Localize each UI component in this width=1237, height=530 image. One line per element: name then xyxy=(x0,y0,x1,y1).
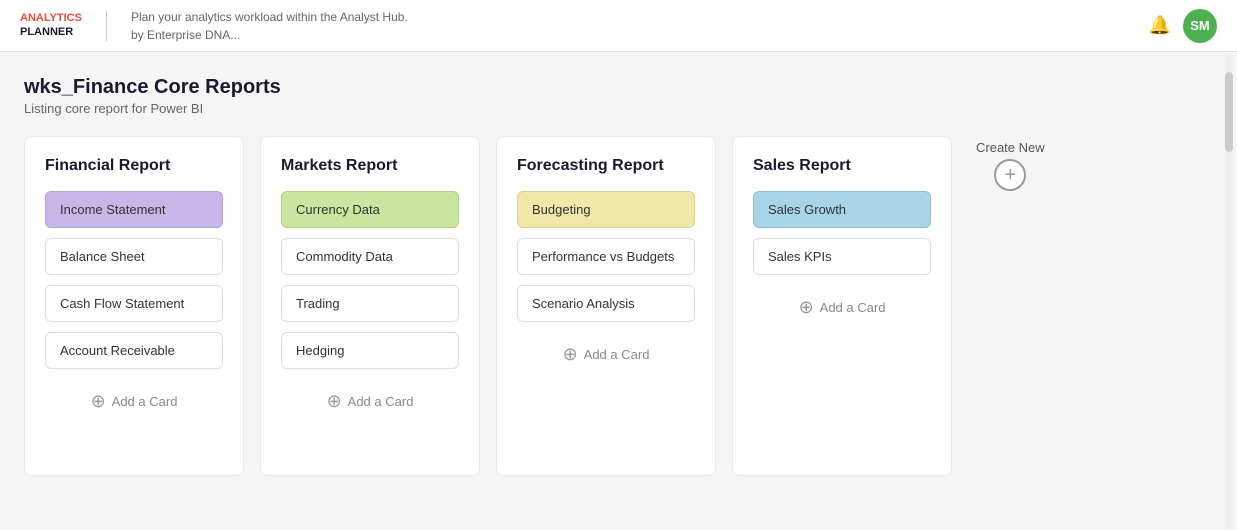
scrollbar-track[interactable] xyxy=(1225,52,1233,530)
avatar[interactable]: SM xyxy=(1183,9,1217,43)
list-item[interactable]: Trading xyxy=(281,285,459,322)
list-item[interactable]: Balance Sheet xyxy=(45,238,223,275)
add-card-label: Add a Card xyxy=(112,394,178,409)
sales-report-title: Sales Report xyxy=(753,157,931,175)
add-card-button[interactable]: ⊕ Add a Card xyxy=(517,336,695,373)
page-subtitle: Listing core report for Power BI xyxy=(24,101,1213,116)
list-item[interactable]: Currency Data xyxy=(281,191,459,228)
list-item[interactable]: Budgeting xyxy=(517,191,695,228)
page-content: wks_Finance Core Reports Listing core re… xyxy=(0,52,1237,530)
bell-icon[interactable]: 🔔 xyxy=(1149,15,1171,36)
header-left: ANALYTICSPLANNER Plan your analytics wor… xyxy=(20,8,408,44)
list-item[interactable]: Scenario Analysis xyxy=(517,285,695,322)
list-item[interactable]: Account Receivable xyxy=(45,332,223,369)
list-item[interactable]: Commodity Data xyxy=(281,238,459,275)
list-item[interactable]: Hedging xyxy=(281,332,459,369)
scrollbar-thumb[interactable] xyxy=(1225,72,1233,152)
financial-report-title: Financial Report xyxy=(45,157,223,175)
subtitle-line2: by Enterprise DNA... xyxy=(131,26,408,44)
forecasting-report-title: Forecasting Report xyxy=(517,157,695,175)
list-item[interactable]: Sales KPIs xyxy=(753,238,931,275)
add-card-label: Add a Card xyxy=(820,300,886,315)
create-new-button[interactable]: + xyxy=(994,159,1026,191)
list-item[interactable]: Performance vs Budgets xyxy=(517,238,695,275)
add-card-label: Add a Card xyxy=(584,347,650,362)
plus-circle-icon: ⊕ xyxy=(799,297,814,318)
markets-report-title: Markets Report xyxy=(281,157,459,175)
subtitle-line1: Plan your analytics workload within the … xyxy=(131,8,408,26)
cards-area: Financial Report Income Statement Balanc… xyxy=(24,136,1213,476)
add-card-button[interactable]: ⊕ Add a Card xyxy=(753,289,931,326)
plus-circle-icon: ⊕ xyxy=(563,344,578,365)
logo-text: ANALYTICSPLANNER xyxy=(20,12,82,38)
markets-report-card: Markets Report Currency Data Commodity D… xyxy=(260,136,480,476)
sales-report-card: Sales Report Sales Growth Sales KPIs ⊕ A… xyxy=(732,136,952,476)
add-card-button[interactable]: ⊕ Add a Card xyxy=(45,383,223,420)
list-item[interactable]: Cash Flow Statement xyxy=(45,285,223,322)
add-card-button[interactable]: ⊕ Add a Card xyxy=(281,383,459,420)
header: ANALYTICSPLANNER Plan your analytics wor… xyxy=(0,0,1237,52)
list-item[interactable]: Sales Growth xyxy=(753,191,931,228)
create-new-area: Create New + xyxy=(976,136,1045,191)
list-item[interactable]: Income Statement xyxy=(45,191,223,228)
plus-circle-icon: ⊕ xyxy=(91,391,106,412)
financial-report-card: Financial Report Income Statement Balanc… xyxy=(24,136,244,476)
header-right: 🔔 SM xyxy=(1149,9,1217,43)
create-new-label: Create New xyxy=(976,140,1045,155)
add-card-label: Add a Card xyxy=(348,394,414,409)
plus-circle-icon: ⊕ xyxy=(327,391,342,412)
logo-block: ANALYTICSPLANNER xyxy=(20,12,82,38)
header-subtitle: Plan your analytics workload within the … xyxy=(131,8,408,44)
page-title: wks_Finance Core Reports xyxy=(24,76,1213,99)
logo-divider xyxy=(106,11,107,41)
forecasting-report-card: Forecasting Report Budgeting Performance… xyxy=(496,136,716,476)
